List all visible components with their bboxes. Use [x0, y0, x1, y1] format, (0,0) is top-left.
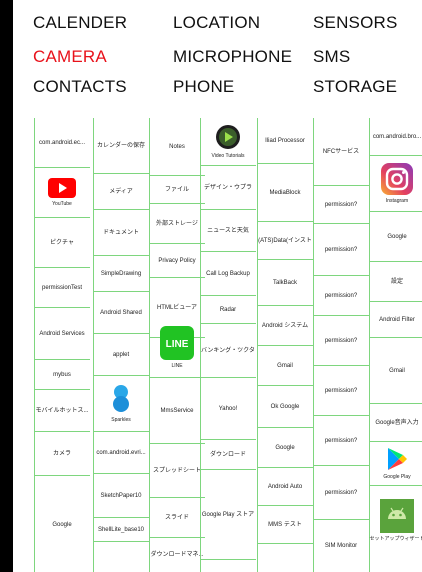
perm-sms[interactable]: SMS [313, 47, 350, 67]
app-cell[interactable]: Android Auto [257, 468, 313, 506]
app-cell[interactable]: permission? [313, 466, 369, 520]
app-cell[interactable]: TalkBack [257, 260, 313, 306]
perm-sensors[interactable]: SENSORS [313, 13, 398, 33]
perm-storage[interactable]: STORAGE [313, 77, 397, 97]
app-cell[interactable]: カレンダーの保存 [93, 118, 149, 174]
app-cell[interactable]: permission? [313, 224, 369, 276]
perm-phone[interactable]: PHONE [173, 77, 234, 97]
app-label: Video Tutorials [211, 152, 245, 159]
app-cell[interactable]: モバイルホットス... [34, 390, 90, 432]
app-column-5: Iliad Processor MediaBlock (ATS)Data(インス… [257, 118, 313, 572]
perm-camera[interactable]: CAMERA [33, 47, 107, 67]
app-cell[interactable]: MediaBlock [257, 164, 313, 222]
app-cell[interactable]: Call Log Backup [200, 252, 256, 296]
app-label: YouTube [52, 200, 72, 207]
app-label: LINE [171, 362, 183, 369]
app-cell[interactable]: Yahoo! [200, 378, 256, 440]
app-column-7: com.android.bro... Instagram Google 設定 A… [369, 118, 422, 572]
app-cell[interactable]: Gmail [257, 346, 313, 386]
app-cell[interactable]: MmsService [149, 378, 205, 444]
perm-location[interactable]: LOCATION [173, 13, 260, 33]
instagram-icon [381, 162, 413, 195]
app-cell-google-play[interactable]: Google Play [369, 442, 422, 486]
app-cell[interactable]: ダウンロード [200, 440, 256, 470]
perm-calender[interactable]: CALENDER [33, 13, 127, 33]
youtube-icon [48, 177, 76, 198]
app-label: Sparkles [111, 416, 131, 423]
app-cell[interactable]: Android システム [257, 306, 313, 346]
app-cell[interactable]: Google [257, 428, 313, 468]
app-cell[interactable]: mybus [34, 360, 90, 390]
app-column-6: NFCサービス permission? permission? permissi… [313, 118, 369, 572]
google-play-icon [388, 447, 407, 470]
app-panel: CALENDER LOCATION SENSORS CAMERA MICROPH… [13, 0, 422, 572]
app-cell-video[interactable]: Video Tutorials [200, 118, 256, 166]
app-cell-youtube[interactable]: YouTube [34, 168, 90, 218]
app-cell[interactable]: ShellLite_base10 [93, 518, 149, 542]
app-cell[interactable]: ドキュメント [93, 210, 149, 256]
app-cell[interactable]: デザイン・ウプラ [200, 166, 256, 210]
app-cell[interactable]: メディア [93, 174, 149, 210]
app-cell[interactable]: Google [34, 476, 90, 572]
sparkles-icon [113, 384, 129, 412]
app-cell[interactable]: Android Filter [369, 302, 422, 338]
app-cell[interactable]: Radar [200, 296, 256, 324]
app-cell[interactable]: permission? [313, 416, 369, 466]
app-cell[interactable]: permissionTest [34, 268, 90, 308]
line-icon: LINE [160, 325, 194, 360]
app-cell[interactable]: com.android.evri... [93, 432, 149, 474]
app-label: Instagram [385, 197, 409, 204]
app-column-1: com.android.ec... YouTube ピクチャ permissio… [34, 118, 90, 572]
app-cell[interactable]: permission? [313, 316, 369, 366]
app-cell[interactable]: Google音声入力 [369, 404, 422, 442]
app-cell[interactable]: SketchPaper10 [93, 474, 149, 518]
app-column-3: Notes ファイル 外部ストレージ Privacy Policy HTMLビュ… [149, 118, 205, 572]
app-cell[interactable]: ダウンロードマネ... [149, 538, 205, 572]
app-cell[interactable]: Iliad Processor [257, 118, 313, 164]
app-cell[interactable]: 外部ストレージ [149, 204, 205, 244]
permission-grid: CALENDER LOCATION SENSORS CAMERA MICROPH… [13, 10, 422, 100]
app-cell[interactable]: Google Play ストア [200, 470, 256, 560]
svg-text:LINE: LINE [166, 339, 189, 350]
app-column-4: Video Tutorials デザイン・ウプラ ニュースと天気 Call Lo… [200, 118, 256, 572]
video-play-icon [215, 124, 240, 149]
perm-microphone[interactable]: MICROPHONE [173, 47, 292, 67]
perm-contacts[interactable]: CONTACTS [33, 77, 127, 97]
app-cell-line[interactable]: LINE LINE [149, 318, 205, 378]
app-cell[interactable]: ピクチャ [34, 218, 90, 268]
app-label: Google Play [383, 473, 411, 480]
app-cell[interactable]: ニュースと天気 [200, 210, 256, 252]
app-cell[interactable]: com.android.ec... [34, 118, 90, 168]
app-cell[interactable]: Ok Google [257, 386, 313, 428]
app-cell[interactable]: Notes [149, 118, 205, 176]
app-cell[interactable]: スライド [149, 498, 205, 538]
app-cell[interactable]: permission? [313, 276, 369, 316]
app-cell[interactable]: SimpleDrawing [93, 256, 149, 292]
app-cell[interactable]: Android Services [34, 308, 90, 360]
app-cell[interactable]: NFCサービス [313, 118, 369, 186]
app-cell-setup[interactable]: セットアップウィザード [369, 486, 422, 556]
app-cell[interactable]: MMS テスト [257, 506, 313, 544]
app-cell-instagram[interactable]: Instagram [369, 156, 422, 212]
app-cell[interactable]: Gmail [369, 338, 422, 404]
app-cell[interactable]: permission? [313, 186, 369, 224]
app-cell[interactable]: カメラ [34, 432, 90, 476]
app-column-2: カレンダーの保存 メディア ドキュメント SimpleDrawing Andro… [93, 118, 149, 572]
app-cell[interactable]: Android Shared [93, 292, 149, 334]
android-icon [379, 499, 414, 533]
app-cell[interactable]: Google [369, 212, 422, 262]
app-cell[interactable]: (ATS)Data(インスト [257, 222, 313, 260]
app-cell-sparkles[interactable]: Sparkles [93, 376, 149, 432]
app-cell[interactable]: applet [93, 334, 149, 376]
app-cell[interactable]: Privacy Policy [149, 244, 205, 278]
app-label: セットアップウィザード [369, 536, 422, 542]
app-cell[interactable]: バンキング・ツクタ [200, 324, 256, 378]
app-cell[interactable]: ファイル [149, 176, 205, 204]
app-cell[interactable]: スプレッドシート [149, 444, 205, 498]
app-cell[interactable]: 設定 [369, 262, 422, 302]
app-cell[interactable]: permission? [313, 366, 369, 416]
app-cell[interactable]: com.android.bro... [369, 118, 422, 156]
app-cell[interactable]: SIM Monitor [313, 520, 369, 572]
